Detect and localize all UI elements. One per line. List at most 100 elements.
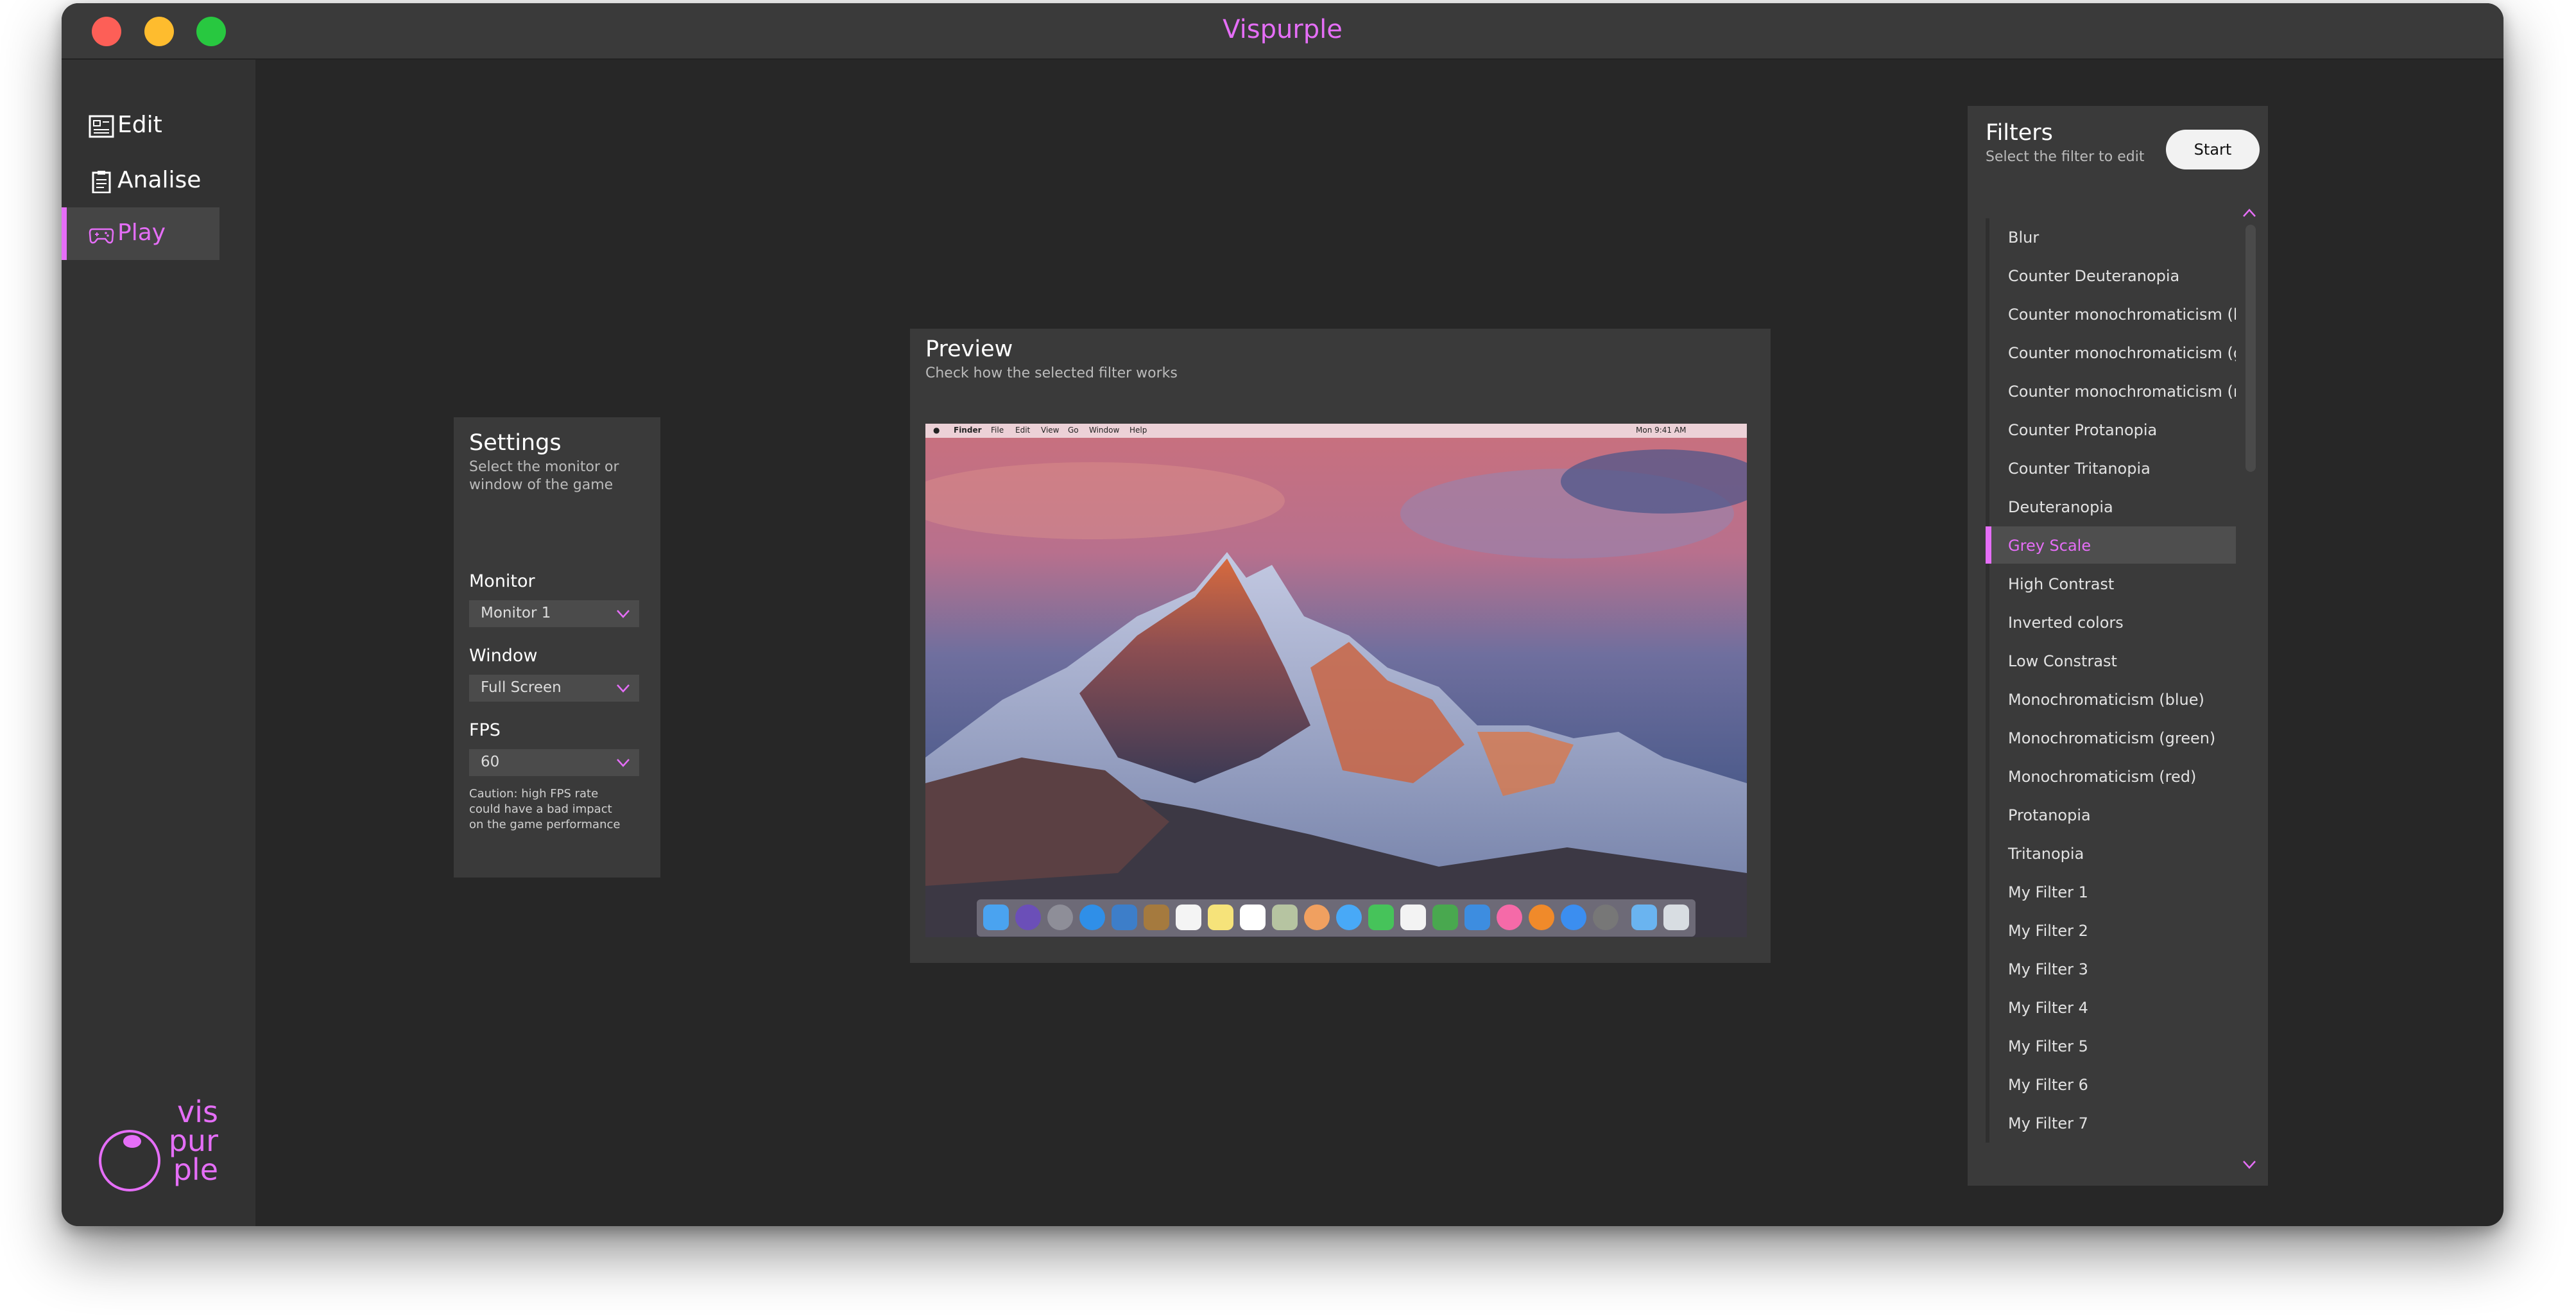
numbers-icon	[1432, 905, 1458, 930]
filter-item[interactable]: High Contrast	[1986, 565, 2236, 602]
filter-item[interactable]: Grey Scale	[1986, 526, 2236, 564]
maps-icon	[1272, 905, 1298, 930]
photos-icon	[1304, 905, 1330, 930]
fps-caution-text: Caution: high FPS rate could have a bad …	[469, 786, 642, 833]
filter-item[interactable]: My Filter 1	[1986, 873, 2236, 910]
caution-line: could have a bad impact	[469, 802, 612, 816]
clipboard-icon	[92, 171, 111, 193]
vispurple-logo: vis pur ple	[99, 1097, 221, 1191]
menubar-item: View	[1041, 426, 1060, 435]
logo-line: ple	[173, 1152, 218, 1187]
filter-item[interactable]: Low Constrast	[1986, 642, 2236, 679]
filter-item[interactable]: Monochromaticism (blue)	[1986, 680, 2236, 718]
subtitle-line: window of the game	[469, 477, 614, 493]
filter-item[interactable]: My Filter 3	[1986, 950, 2236, 987]
window-value: Full Screen	[481, 679, 562, 696]
filter-item[interactable]: Counter monochromaticism (gre...	[1986, 334, 2236, 371]
menubar-item: Window	[1089, 426, 1120, 435]
apple-icon: ●	[933, 426, 940, 435]
filter-item[interactable]: Protanopia	[1986, 796, 2236, 833]
preview-panel: Preview Check how the selected filter wo…	[910, 329, 1771, 963]
filter-item[interactable]: Counter Deuteranopia	[1986, 257, 2236, 294]
app-window: Vispurple Edit Analise Play vis pur ple …	[62, 3, 2503, 1226]
chevron-down-icon	[617, 684, 630, 693]
chevron-down-icon	[617, 610, 630, 618]
filter-item[interactable]: My Filter 7	[1986, 1104, 2236, 1141]
filter-item[interactable]: Blur	[1986, 218, 2236, 255]
settings-panel: Settings Select the monitor or window of…	[454, 417, 660, 878]
app-store-icon	[1561, 905, 1586, 930]
sidebar-item-label: Analise	[117, 167, 202, 193]
filter-item[interactable]: Counter Tritanopia	[1986, 449, 2236, 487]
monitor-select[interactable]: Monitor 1	[469, 600, 639, 627]
menubar-item: File	[991, 426, 1004, 435]
ibooks-icon	[1529, 905, 1554, 930]
logo-wordmark: vis pur ple	[128, 1095, 218, 1187]
contacts-icon	[1144, 905, 1169, 930]
screenshot-dock	[977, 899, 1696, 937]
preview-title: Preview	[925, 336, 1013, 362]
subtitle-line: Select the monitor or	[469, 459, 619, 475]
caution-line: Caution: high FPS rate	[469, 787, 599, 801]
fps-value: 60	[481, 754, 500, 770]
caution-line: on the game performance	[469, 818, 621, 831]
chevron-up-icon[interactable]	[2242, 209, 2256, 218]
filter-item[interactable]: My Filter 6	[1986, 1066, 2236, 1103]
keynote-icon	[1464, 905, 1490, 930]
sidebar-item-play[interactable]: Play	[62, 207, 219, 260]
sidebar-item-analise[interactable]: Analise	[62, 155, 219, 207]
pages-icon	[1400, 905, 1426, 930]
filter-item[interactable]: My Filter 5	[1986, 1027, 2236, 1064]
finder-icon	[983, 905, 1009, 930]
safari-icon	[1079, 905, 1105, 930]
sidebar-item-label: Edit	[117, 112, 162, 138]
filter-item[interactable]: My Filter 4	[1986, 989, 2236, 1026]
edit-icon	[89, 115, 114, 138]
menubar-item: Edit	[1015, 426, 1031, 435]
settings-title: Settings	[469, 430, 562, 456]
monitor-value: Monitor 1	[481, 605, 551, 621]
filter-item[interactable]: Tritanopia	[1986, 835, 2236, 872]
preview-screenshot: ● Finder File Edit View Go Window Help M…	[925, 424, 1747, 937]
title-bar: Vispurple	[62, 3, 2503, 60]
chevron-down-icon[interactable]	[2242, 1160, 2256, 1169]
filter-item[interactable]: Counter monochromaticism (blue)	[1986, 295, 2236, 333]
filter-item[interactable]: Counter monochromaticism (red)	[1986, 372, 2236, 410]
notes-icon	[1208, 905, 1233, 930]
launchpad-icon	[1047, 905, 1073, 930]
chevron-down-icon	[617, 759, 630, 767]
preview-subtitle: Check how the selected filter works	[925, 365, 1178, 381]
window-label: Window	[469, 646, 538, 666]
menubar-item: Help	[1129, 426, 1147, 435]
fps-select[interactable]: 60	[469, 749, 639, 776]
start-button[interactable]: Start	[2166, 130, 2260, 169]
system-preferences-icon	[1593, 905, 1619, 930]
sidebar-item-edit[interactable]: Edit	[62, 100, 219, 152]
menubar-item: Go	[1068, 426, 1079, 435]
itunes-icon	[1497, 905, 1522, 930]
logo-line: pur	[168, 1123, 218, 1158]
menubar-clock: Mon 9:41 AM	[1636, 426, 1687, 435]
window-select[interactable]: Full Screen	[469, 675, 639, 702]
gamepad-icon	[89, 228, 114, 244]
filter-item[interactable]: Monochromaticism (red)	[1986, 758, 2236, 795]
screenshot-menubar: ● Finder File Edit View Go Window Help M…	[925, 424, 1747, 438]
filters-subtitle: Select the filter to edit	[1986, 149, 2145, 165]
filter-item[interactable]: Monochromaticism (green)	[1986, 719, 2236, 756]
siri-icon	[1015, 905, 1041, 930]
logo-line: vis	[177, 1095, 218, 1129]
filters-panel: Filters Select the filter to edit Start …	[1968, 106, 2268, 1186]
sidebar: Edit Analise Play vis pur ple	[62, 60, 255, 1226]
filter-item[interactable]: My Filter 2	[1986, 912, 2236, 949]
mountain-wallpaper-image	[925, 424, 1747, 937]
messages-icon	[1336, 905, 1362, 930]
filter-item[interactable]: Inverted colors	[1986, 603, 2236, 641]
reminders-icon	[1240, 905, 1266, 930]
filter-item[interactable]: Deuteranopia	[1986, 488, 2236, 525]
filters-scrollbar[interactable]	[2245, 225, 2256, 472]
mail-icon	[1112, 905, 1137, 930]
settings-subtitle: Select the monitor or window of the game	[469, 458, 619, 494]
app-title: Vispurple	[1223, 15, 1343, 44]
filter-item[interactable]: Counter Protanopia	[1986, 411, 2236, 448]
filters-title: Filters	[1986, 120, 2053, 146]
